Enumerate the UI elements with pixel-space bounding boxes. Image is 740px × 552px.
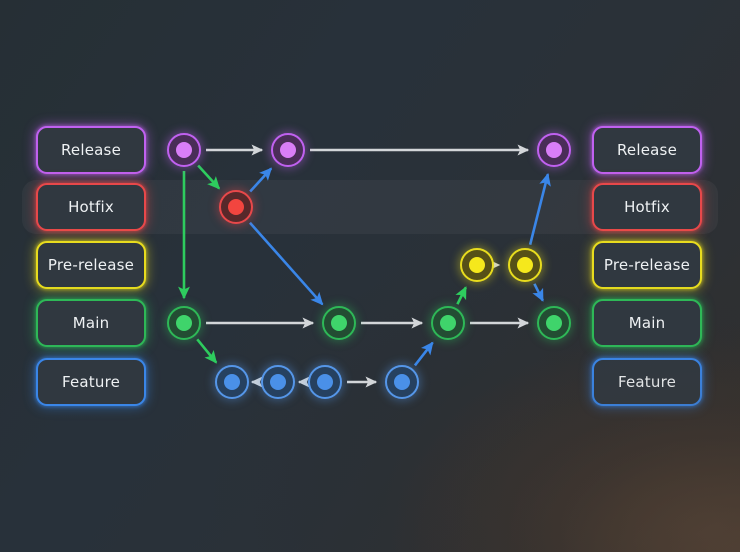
branch-label-left-pre-release[interactable]: Pre-release — [36, 241, 146, 289]
branch-label-left-feature[interactable]: Feature — [36, 358, 146, 406]
branch-label-text: Main — [72, 314, 110, 332]
edge-merge-p2-to-m4 — [532, 283, 544, 302]
edge-branch-m3-to-p1 — [455, 286, 467, 305]
branch-label-right-main[interactable]: Main — [592, 299, 702, 347]
diagram-canvas: Release Hotfix Pre-release Main Feature Rele… — [0, 0, 740, 552]
branch-label-left-hotfix[interactable]: Hotfix — [36, 183, 146, 231]
commit-node-r2[interactable] — [271, 133, 305, 167]
branch-label-text: Hotfix — [68, 198, 114, 216]
branch-label-text: Pre-release — [47, 256, 135, 274]
commit-node-core — [224, 374, 240, 390]
commit-node-p1[interactable] — [460, 248, 494, 282]
branch-label-left-main[interactable]: Main — [36, 299, 146, 347]
branch-label-text: Hotfix — [624, 198, 670, 216]
commit-node-core — [517, 257, 533, 273]
commit-node-core — [228, 199, 244, 215]
commit-node-core — [469, 257, 485, 273]
branch-label-right-feature[interactable]: Feature — [592, 358, 702, 406]
branch-label-right-pre-release[interactable]: Pre-release — [592, 241, 702, 289]
commit-node-core — [176, 315, 192, 331]
edge-merge-p2-to-r3 — [528, 172, 551, 245]
commit-node-r1[interactable] — [167, 133, 201, 167]
branch-label-right-release[interactable]: Release — [592, 126, 702, 174]
branch-label-left-release[interactable]: Release — [36, 126, 146, 174]
edge-merge-h1-to-m2 — [248, 221, 324, 306]
commit-node-h1[interactable] — [219, 190, 253, 224]
commit-node-core — [270, 374, 286, 390]
commit-node-m4[interactable] — [537, 306, 571, 340]
commit-node-core — [331, 315, 347, 331]
branch-label-right-hotfix[interactable]: Hotfix — [592, 183, 702, 231]
edge-merge-h1-to-r2 — [249, 167, 273, 193]
branch-label-text: Main — [628, 314, 666, 332]
branch-label-text: Feature — [617, 373, 677, 391]
edge-merge-f4-to-m3 — [413, 341, 434, 367]
branch-label-text: Release — [616, 141, 677, 159]
commit-node-m1[interactable] — [167, 306, 201, 340]
branch-label-text: Release — [60, 141, 121, 159]
commit-node-core — [394, 374, 410, 390]
commit-node-f2[interactable] — [261, 365, 295, 399]
commit-node-core — [317, 374, 333, 390]
commit-node-core — [280, 142, 296, 158]
branch-label-text: Pre-release — [603, 256, 691, 274]
commit-node-m3[interactable] — [431, 306, 465, 340]
commit-node-r3[interactable] — [537, 133, 571, 167]
commit-node-f4[interactable] — [385, 365, 419, 399]
commit-node-core — [546, 142, 562, 158]
commit-node-f3[interactable] — [308, 365, 342, 399]
commit-node-core — [546, 315, 562, 331]
edge-branch-m1-to-f1 — [196, 338, 218, 364]
commit-node-core — [176, 142, 192, 158]
branch-label-text: Feature — [61, 373, 121, 391]
commit-node-f1[interactable] — [215, 365, 249, 399]
commit-node-p2[interactable] — [508, 248, 542, 282]
commit-node-m2[interactable] — [322, 306, 356, 340]
edge-branch-r1-to-h1 — [197, 164, 221, 190]
commit-node-core — [440, 315, 456, 331]
